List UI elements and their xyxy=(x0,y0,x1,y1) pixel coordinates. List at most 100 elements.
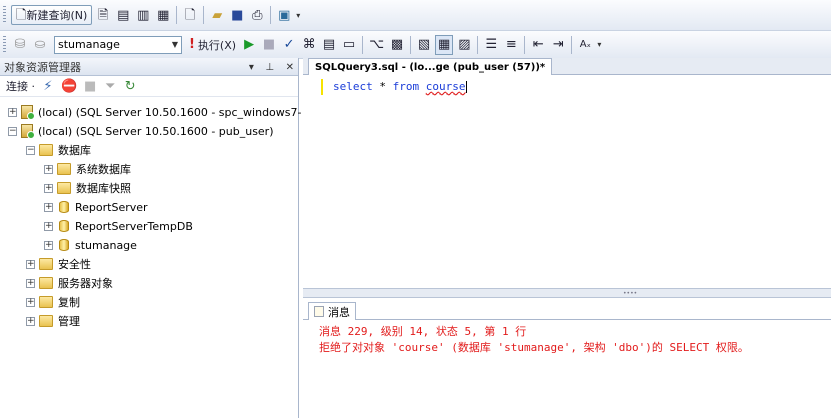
xmla-query-icon: ▦ xyxy=(157,7,170,23)
tree-node-security[interactable]: + 安全性 xyxy=(26,255,91,273)
expand-icon[interactable]: + xyxy=(26,278,35,288)
stop-icon: ■ xyxy=(84,78,97,94)
expand-icon[interactable]: + xyxy=(44,240,53,250)
folder-icon xyxy=(57,163,71,175)
tree-node-replication[interactable]: + 复制 xyxy=(26,293,80,311)
tree-node-database-snapshots[interactable]: + 数据库快照 xyxy=(44,179,131,197)
comment-icon: ☰ xyxy=(485,37,498,52)
query-designer-icon: ▤ xyxy=(322,37,336,52)
check-icon: ✓ xyxy=(283,37,295,52)
expand-icon[interactable]: + xyxy=(8,107,17,117)
disconnect-button[interactable]: ⛔ xyxy=(59,78,79,94)
specify-values-button[interactable]: ▭ xyxy=(340,35,358,55)
sql-code-line[interactable]: select * from course xyxy=(333,80,467,93)
connect-dropdown-button[interactable]: 连接 · xyxy=(4,78,37,94)
results-tab-strip: 消息 xyxy=(303,302,831,320)
outdent-icon: ⇤ xyxy=(532,37,544,52)
results-to-text-button[interactable]: ▧ xyxy=(415,35,433,55)
toolbar-separator xyxy=(270,6,272,24)
analysis-query-button[interactable]: ▤ xyxy=(114,5,132,25)
decrease-indent-button[interactable]: ⇤ xyxy=(529,35,547,55)
editor-results-splitter[interactable]: •••• xyxy=(303,288,831,298)
save-icon: ■ xyxy=(231,7,244,23)
template-icon: Aₓ xyxy=(579,38,591,50)
object-explorer-titlebar: 对象资源管理器 ▾ ⊥ ✕ xyxy=(0,58,298,76)
connect-object-explorer-button[interactable]: ⚡ xyxy=(39,78,57,94)
include-actual-plan-button[interactable]: ⌥ xyxy=(367,35,386,55)
pin-icon[interactable]: ⊥ xyxy=(265,62,274,73)
tree-node-system-databases[interactable]: + 系统数据库 xyxy=(44,160,131,178)
tree-node-server2[interactable]: − (local) (SQL Server 10.50.1600 - pub_u… xyxy=(8,122,274,140)
collapse-icon[interactable]: − xyxy=(8,126,17,136)
tree-node-label: stumanage xyxy=(75,238,137,252)
collapse-icon[interactable]: − xyxy=(26,145,35,155)
results-to-grid-icon: ▦ xyxy=(438,37,451,52)
folder-icon xyxy=(39,315,53,327)
toolbar-separator xyxy=(176,6,178,24)
toolbar-grip[interactable] xyxy=(3,35,6,54)
toolbar-overflow-icon[interactable]: ▾ xyxy=(597,40,601,49)
stop-icon: ■ xyxy=(262,37,276,52)
tree-node-databases[interactable]: − 数据库 xyxy=(26,141,91,159)
activity-monitor-button[interactable]: ▣ xyxy=(275,5,293,25)
debug-button[interactable]: ▶ xyxy=(240,35,258,55)
new-file-button[interactable]: 🗋 xyxy=(181,5,199,25)
expand-icon[interactable]: + xyxy=(26,297,35,307)
execute-button[interactable]: ! 执行(X) xyxy=(187,35,238,55)
filter-button[interactable]: ⏷ xyxy=(101,78,119,94)
toolbar-overflow-icon[interactable]: ▾ xyxy=(296,11,300,20)
dropdown-icon[interactable]: ▾ xyxy=(249,62,254,73)
comment-out-button[interactable]: ☰ xyxy=(482,35,500,55)
save-button[interactable]: ■ xyxy=(228,5,246,25)
tree-node-label: 数据库快照 xyxy=(76,182,131,195)
cancel-query-button[interactable]: ■ xyxy=(260,35,278,55)
display-estimated-plan-button[interactable]: ⌘ xyxy=(300,35,318,55)
expand-icon[interactable]: + xyxy=(26,259,35,269)
messages-icon xyxy=(314,306,324,317)
dmx-query-button[interactable]: ▥ xyxy=(134,5,152,25)
object-explorer-toolbar: 连接 · ⚡ ⛔ ■ ⏷ ↻ xyxy=(0,76,298,97)
expand-icon[interactable]: + xyxy=(26,316,35,326)
tree-node-management[interactable]: + 管理 xyxy=(26,312,80,330)
expand-icon[interactable]: + xyxy=(44,164,53,174)
xmla-query-button[interactable]: ▦ xyxy=(154,5,172,25)
expand-icon[interactable]: + xyxy=(44,202,53,212)
toolbar-grip[interactable] xyxy=(3,6,6,24)
connect-button[interactable]: ⛁ xyxy=(11,35,29,55)
tree-node-server1[interactable]: + (local) (SQL Server 10.50.1600 - spc_w… xyxy=(8,103,301,121)
tree-node-stumanage[interactable]: + stumanage xyxy=(44,236,137,254)
object-explorer-panel: 对象资源管理器 ▾ ⊥ ✕ 连接 · ⚡ ⛔ ■ ⏷ ↻ + (local) (… xyxy=(0,58,301,418)
uncomment-button[interactable]: ≡ xyxy=(502,35,520,55)
refresh-button[interactable]: ↻ xyxy=(121,78,139,94)
database-selector[interactable]: stumanage ▼ xyxy=(54,35,182,54)
change-connection-button[interactable]: ⛀ xyxy=(31,35,49,55)
connect-icon: ⛁ xyxy=(14,37,26,52)
stop-button[interactable]: ■ xyxy=(81,78,99,94)
results-to-grid-button[interactable]: ▦ xyxy=(435,34,454,55)
query-designer-button[interactable]: ▤ xyxy=(320,35,338,55)
tree-node-reportservertempdb[interactable]: + ReportServerTempDB xyxy=(44,217,193,235)
tree-node-reportserver[interactable]: + ReportServer xyxy=(44,198,148,216)
results-to-file-button[interactable]: ▨ xyxy=(455,35,473,55)
tree-node-server-objects[interactable]: + 服务器对象 xyxy=(26,274,113,292)
parse-button[interactable]: ✓ xyxy=(280,35,298,55)
database-engine-query-button[interactable]: 🗎 xyxy=(94,5,112,25)
indent-icon: ⇥ xyxy=(552,37,564,52)
print-button[interactable]: ⎙ xyxy=(248,5,266,25)
connect-icon: ⚡ xyxy=(43,78,53,94)
specify-template-button[interactable]: Aₓ xyxy=(576,35,594,55)
expand-icon[interactable]: + xyxy=(44,221,53,231)
tree-node-label: 系统数据库 xyxy=(76,163,131,176)
expand-icon[interactable]: + xyxy=(44,183,53,193)
new-query-button[interactable]: 🗋 新建查询(N) xyxy=(11,5,93,25)
messages-pane: 消息 229, 级别 14, 状态 5, 第 1 行 拒绝了对对象 'cours… xyxy=(303,320,831,418)
close-icon[interactable]: ✕ xyxy=(286,62,294,73)
query-editor[interactable]: select * from course xyxy=(303,75,831,287)
open-file-button[interactable]: ▰ xyxy=(208,5,226,25)
increase-indent-button[interactable]: ⇥ xyxy=(549,35,567,55)
open-folder-icon: ▰ xyxy=(212,7,223,23)
tab-messages[interactable]: 消息 xyxy=(308,302,356,320)
dmx-query-icon: ▥ xyxy=(137,7,150,23)
tab-sqlquery3[interactable]: SQLQuery3.sql - (lo...ge (pub_user (57))… xyxy=(308,58,553,75)
client-statistics-button[interactable]: ▩ xyxy=(388,35,406,55)
